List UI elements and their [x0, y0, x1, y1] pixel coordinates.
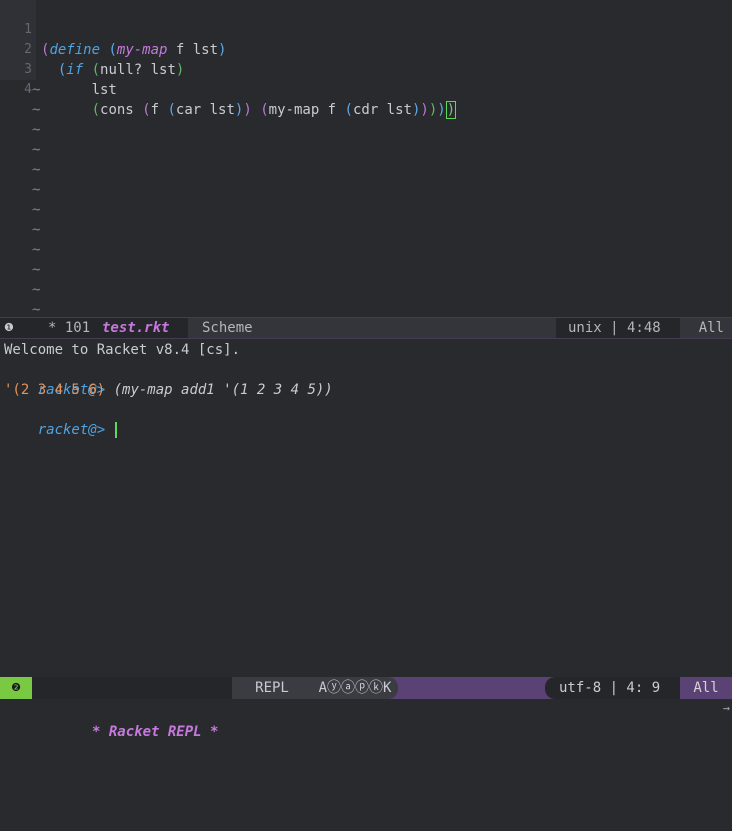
code-line-1[interactable]: 1 (define (my-map f lst) [0, 0, 226, 58]
editor-mode-line[interactable]: ❶ * 101 test.rkt Scheme unix | 4:48 All [0, 317, 732, 339]
empty-line-marker: ~ [32, 122, 41, 138]
empty-line-marker: ~ [32, 242, 41, 258]
repl-line-active[interactable]: racket@> [4, 400, 117, 438]
code-line-2[interactable]: 2 (if (null? lst) [0, 20, 184, 78]
paren: ( [260, 102, 269, 118]
paren: ( [344, 102, 353, 118]
repl-buffer-segment[interactable]: * 87 * Racket REPL * [32, 677, 232, 740]
echo-area[interactable]: → [0, 699, 732, 721]
empty-line-marker: ~ [32, 182, 41, 198]
code-text: car lst [175, 102, 235, 118]
repl-prompt: racket@> [37, 422, 106, 438]
paren: ( [108, 42, 117, 58]
paren: ( [91, 102, 101, 118]
empty-line-marker: ~ [32, 282, 41, 298]
keyword-define: define [49, 42, 101, 58]
empty-line-marker: ~ [32, 222, 41, 238]
code-text: f [150, 102, 168, 118]
params: f lst [167, 42, 219, 58]
paren: ) [437, 102, 446, 118]
scroll-position: All [680, 677, 732, 699]
scroll-position: All [680, 318, 732, 338]
empty-line-marker: ~ [32, 162, 41, 178]
repl-input-expr: (my-map add1 '(1 2 3 4 5)) [113, 382, 333, 398]
null-check: null? lst [100, 62, 176, 78]
paren: ( [142, 102, 151, 118]
paren: ( [167, 102, 176, 118]
paren: ) [420, 102, 429, 118]
continuation-arrow-icon: → [722, 701, 730, 715]
editor-pane[interactable]: 1 (define (my-map f lst) 2 (if (null? ls… [0, 0, 732, 318]
code-line-4[interactable]: 4 (cons (f (car lst)) (my-map f (cdr lst… [0, 60, 457, 119]
code-text: cons [100, 102, 143, 118]
paren: ) [175, 62, 185, 78]
empty-line-marker: ~ [32, 102, 41, 118]
major-mode[interactable]: REPL [232, 677, 312, 699]
code-text: my-map f [268, 102, 345, 118]
code-text: cdr lst [352, 102, 412, 118]
text-cursor[interactable]: ) [445, 101, 457, 119]
window-number-badge: ❶ [4, 321, 14, 334]
empty-line-marker: ~ [32, 262, 41, 278]
empty-line-marker: ~ [32, 142, 41, 158]
paren: ) [218, 42, 227, 58]
buffer-name[interactable]: * Racket REPL * [92, 721, 218, 743]
window-number-badge: ❷ [0, 677, 32, 699]
repl-pane[interactable]: Welcome to Racket v8.4 [cs]. racket@> (m… [0, 338, 732, 676]
empty-line-marker: ~ [32, 202, 41, 218]
paren: ( [91, 62, 101, 78]
code-line-3[interactable]: 3 lst [0, 40, 117, 98]
repl-result: '(2 3 4 5 6) [4, 382, 106, 398]
encoding-position: unix | 4:48 [568, 320, 661, 336]
repl-cursor[interactable] [114, 422, 117, 438]
empty-line-marker: ~ [32, 302, 41, 316]
minor-modes[interactable]: AⓨⓐⓟⓚK [312, 677, 398, 699]
major-mode: Scheme [202, 320, 253, 336]
buffer-filename[interactable]: test.rkt [102, 318, 169, 338]
buffer-state: * 101 [48, 320, 91, 336]
function-name: my-map [116, 42, 168, 58]
major-mode-segment[interactable]: Scheme [188, 318, 556, 338]
repl-mode-line[interactable]: ❷ * 87 * Racket REPL * REPL AⓨⓐⓟⓚK utf-8… [0, 677, 732, 740]
repl-line-input: racket@> (my-map add1 '(1 2 3 4 5)) [4, 360, 333, 398]
repl-welcome: Welcome to Racket v8.4 [cs]. [4, 342, 241, 358]
code-text: lst [41, 82, 117, 98]
encoding-position: utf-8 | 4: 9 [545, 677, 680, 699]
paren: ) [243, 102, 252, 118]
keyword-if: if [66, 62, 84, 78]
line-number: 4 [24, 82, 32, 97]
empty-line-marker: ~ [32, 82, 41, 98]
